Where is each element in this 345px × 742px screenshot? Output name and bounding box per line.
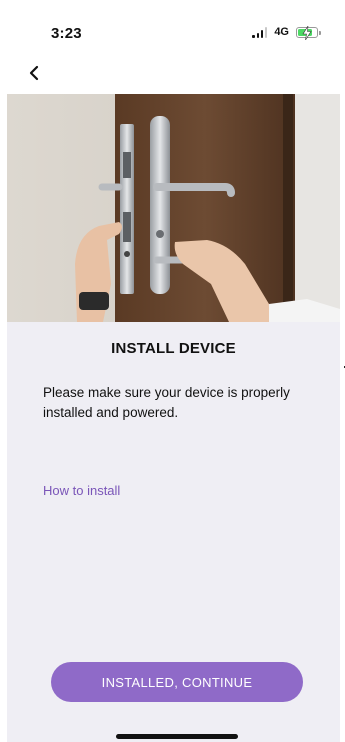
how-to-install-link[interactable]: How to install: [43, 483, 120, 498]
back-chevron-icon[interactable]: [27, 64, 41, 82]
cellular-signal-icon: [252, 26, 268, 38]
door-lock-installation-image: [7, 94, 340, 322]
home-indicator: [116, 734, 238, 739]
install-device-screen: 3:23 4G INSTALL DEVICE Please make sure …: [7, 0, 340, 742]
network-type: 4G: [274, 26, 289, 38]
installed-continue-button[interactable]: INSTALLED, CONTINUE: [51, 662, 303, 702]
install-instructions: Please make sure your device is properly…: [43, 385, 290, 420]
status-time: 3:23: [51, 25, 82, 42]
page-title: INSTALL DEVICE: [111, 340, 236, 357]
status-indicators: 4G: [252, 25, 321, 40]
battery-charging-icon: [296, 25, 321, 40]
header-area: 3:23 4G: [7, 0, 340, 94]
